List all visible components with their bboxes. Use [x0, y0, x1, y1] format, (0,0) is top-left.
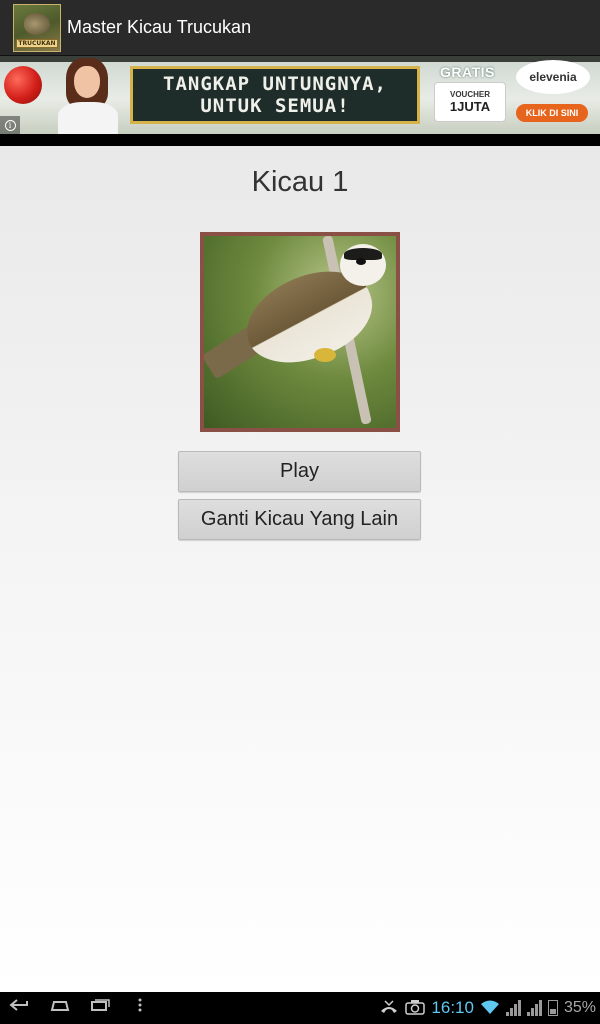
action-bar: TRUCUKAN Master Kicau Trucukan	[0, 0, 600, 56]
ad-headline-line1: TANGKAP UNTUNGNYA,	[163, 73, 387, 95]
no-signal-icon	[505, 1000, 521, 1016]
app-title: Master Kicau Trucukan	[67, 17, 252, 37]
status-area: 16:10 35%	[379, 992, 600, 1024]
battery-percent: 35%	[563, 999, 596, 1016]
ad-headline-board: TANGKAP UNTUNGNYA, UNTUK SEMUA!	[130, 66, 420, 124]
wifi-icon	[480, 999, 500, 1018]
app-icon[interactable]: TRUCUKAN	[13, 3, 61, 52]
info-icon[interactable]: i	[0, 116, 20, 134]
ad-gratis-label: GRATIS	[440, 64, 495, 80]
battery-icon	[547, 1000, 558, 1016]
play-button[interactable]: Play	[178, 451, 421, 492]
menu-icon[interactable]	[126, 998, 154, 1018]
app-icon-label: TRUCUKAN	[16, 38, 58, 48]
ad-banner[interactable]: TANGKAP UNTUNGNYA, UNTUK SEMUA! GRATIS V…	[0, 56, 600, 134]
signal-icon	[526, 1000, 542, 1016]
ad-voucher-amount: 1JUTA	[449, 99, 491, 114]
bird-photo	[204, 236, 396, 428]
home-icon[interactable]	[46, 998, 74, 1018]
ad-headline-line2: UNTUK SEMUA!	[200, 95, 350, 117]
system-bar: 16:10 35%	[0, 992, 600, 1024]
ad-voucher-small: VOUCHER	[449, 90, 490, 99]
ad-brand-logo: elevenia	[516, 60, 590, 94]
bird-image-frame	[200, 232, 400, 432]
clock: 16:10	[431, 998, 474, 1017]
ad-cta-button[interactable]: KLIK DI SINI	[516, 104, 588, 122]
bird-icon	[24, 12, 50, 35]
recent-apps-icon[interactable]	[86, 998, 114, 1018]
ad-model-image	[44, 58, 126, 134]
ad-voucher-badge: VOUCHER 1JUTA	[434, 82, 506, 122]
ball-icon	[4, 66, 42, 104]
main-content: Kicau 1 Play Ganti Kicau Yang Lain	[0, 146, 600, 992]
camera-icon	[405, 999, 426, 1018]
missed-call-icon	[379, 999, 399, 1018]
page-title: Kicau 1	[251, 166, 349, 198]
back-icon[interactable]	[6, 998, 34, 1018]
change-song-button[interactable]: Ganti Kicau Yang Lain	[178, 499, 421, 540]
